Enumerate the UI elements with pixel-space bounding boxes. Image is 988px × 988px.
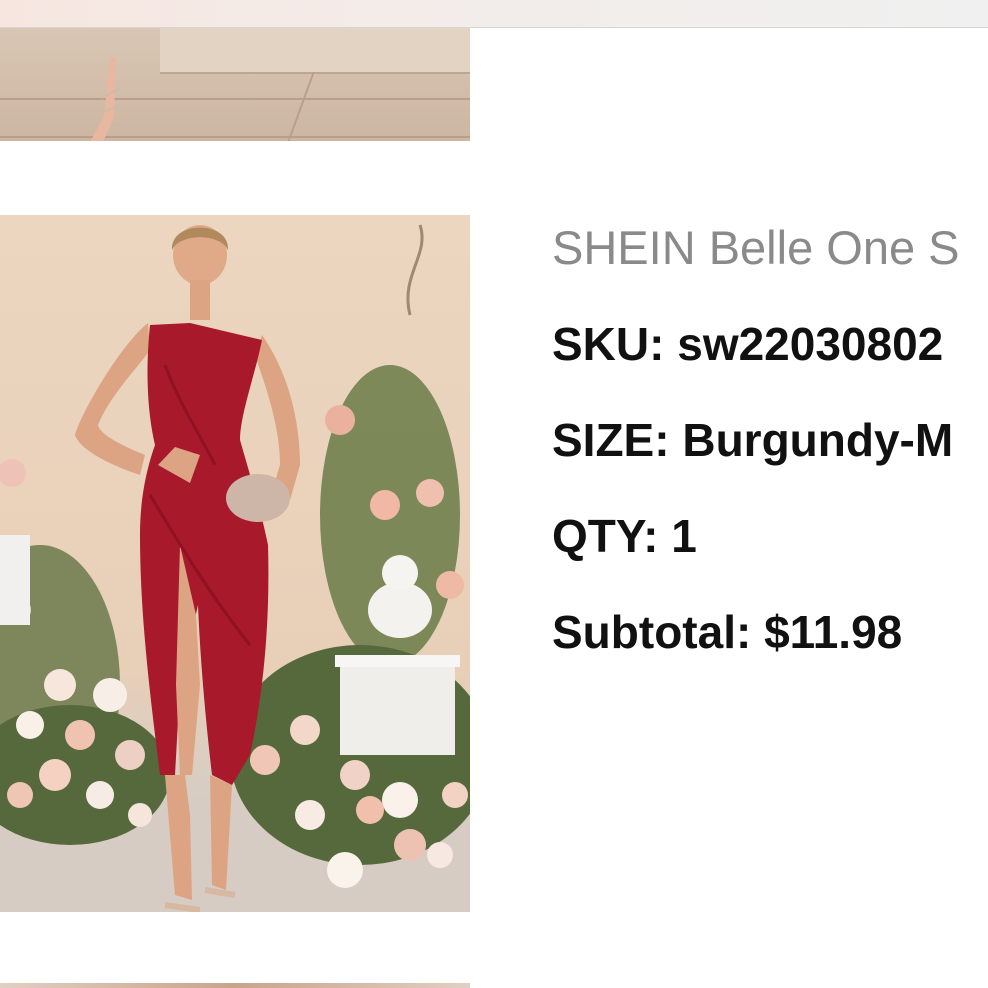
subtotal-label: Subtotal: [552, 606, 752, 658]
subtotal-value: $11.98 [764, 606, 903, 658]
size-line: SIZE: Burgundy-M [552, 412, 988, 468]
floor-tile-line [287, 72, 315, 141]
sandal-illustration [90, 58, 121, 141]
size-label: SIZE: [552, 414, 670, 466]
product-info-panel: SHEIN Belle One S SKU: sw22030802 SIZE: … [552, 220, 988, 700]
floor-tile-line [0, 98, 470, 100]
previous-product-image[interactable] [0, 28, 470, 141]
product-title[interactable]: SHEIN Belle One S [552, 220, 988, 276]
size-value: Burgundy-M [682, 414, 954, 466]
qty-label: QTY: [552, 510, 659, 562]
dress-photo-illustration [0, 224, 470, 912]
sku-value: sw22030802 [677, 318, 944, 370]
sku-label: SKU: [552, 318, 665, 370]
qty-value: 1 [671, 510, 697, 562]
floor-tile-line [0, 136, 470, 138]
product-image[interactable] [0, 215, 470, 912]
subtotal-line: Subtotal: $11.98 [552, 604, 988, 660]
sku-line: SKU: sw22030802 [552, 316, 988, 372]
next-product-image-edge[interactable] [0, 983, 470, 988]
qty-line: QTY: 1 [552, 508, 988, 564]
browser-top-bar [0, 0, 988, 28]
image-background-wall [160, 28, 470, 74]
